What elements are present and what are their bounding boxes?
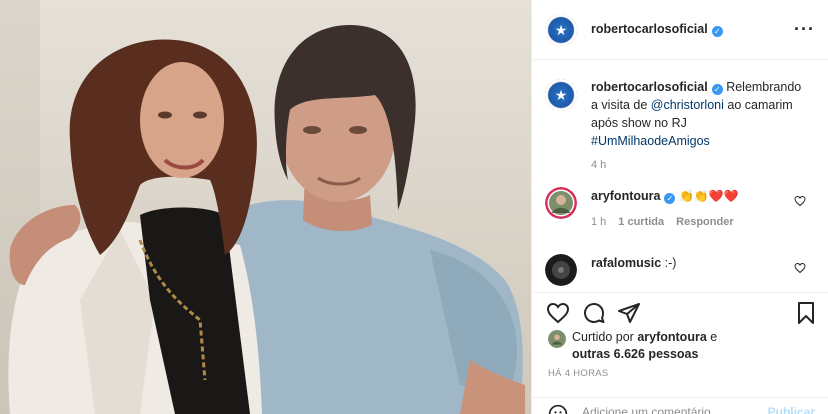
- likes-user[interactable]: aryfontoura: [637, 330, 706, 344]
- caption-avatar[interactable]: [545, 79, 577, 111]
- liker-avatar[interactable]: [548, 330, 566, 348]
- caption-username[interactable]: robertocarlosoficial: [591, 80, 708, 94]
- post-side-panel: robertocarlosoficial✓ ··· robertocarloso…: [531, 0, 828, 414]
- posted-timestamp[interactable]: HÁ 4 HORAS: [548, 368, 609, 379]
- avatar[interactable]: [545, 13, 577, 46]
- comment-username[interactable]: aryfontoura: [591, 189, 660, 203]
- photo-illustration: [0, 0, 525, 414]
- post-caption: robertocarlosoficial✓ Relembrando a visi…: [545, 78, 820, 174]
- likes-summary: Curtido por aryfontoura e outras 6.626 p…: [548, 329, 818, 363]
- comment-avatar[interactable]: [545, 254, 577, 286]
- comment-body: aryfontoura ✓ 👏👏❤️❤️ 1 h 1 curtida Responde…: [591, 187, 791, 231]
- post-header: robertocarlosoficial✓ ···: [532, 0, 828, 60]
- save-bookmark-icon[interactable]: [794, 301, 818, 325]
- likes-conj: e: [706, 330, 718, 344]
- comment-input[interactable]: Adicione um comentário...: [582, 405, 721, 414]
- likes-others[interactable]: outras 6.626 pessoas: [572, 347, 698, 361]
- emoji-icon[interactable]: [548, 404, 568, 414]
- comment-bubble-icon[interactable]: [582, 301, 606, 325]
- likes-prefix: Curtido por: [572, 330, 638, 344]
- comment-text: :-): [664, 256, 677, 270]
- post-actions: Curtido por aryfontoura e outras 6.626 p…: [532, 292, 828, 414]
- comment-item: aryfontoura ✓ 👏👏❤️❤️ 1 h 1 curtida Responde…: [545, 187, 820, 231]
- like-heart-icon[interactable]: [546, 301, 570, 325]
- likes-text: Curtido por aryfontoura e outras 6.626 p…: [572, 329, 717, 363]
- verified-icon: ✓: [711, 26, 723, 37]
- comment-meta: 1 h 1 curtida Responder: [591, 213, 791, 231]
- like-comment-heart-icon[interactable]: [794, 195, 806, 207]
- publish-button[interactable]: Publicar: [768, 405, 815, 414]
- comments-section: robertocarlosoficial✓ Relembrando a visi…: [532, 60, 828, 292]
- share-paper-plane-icon[interactable]: [617, 301, 641, 325]
- like-comment-heart-icon[interactable]: [794, 262, 806, 274]
- more-options-icon[interactable]: ···: [794, 20, 815, 38]
- post-photo[interactable]: [0, 0, 531, 414]
- comment-avatar[interactable]: [545, 187, 577, 219]
- caption-time[interactable]: 4 h: [591, 156, 806, 174]
- comment-likes[interactable]: 1 curtida: [618, 216, 664, 228]
- comment-username[interactable]: rafalomusic: [591, 256, 661, 270]
- reply-button[interactable]: Responder: [676, 216, 733, 228]
- caption-hashtag[interactable]: #UmMilhaodeAmigos: [591, 134, 710, 148]
- author-username-text[interactable]: robertocarlosoficial: [591, 22, 708, 36]
- caption-mention[interactable]: @christorloni: [651, 98, 724, 112]
- comment-time[interactable]: 1 h: [591, 216, 606, 228]
- author-username[interactable]: robertocarlosoficial ✓: [591, 22, 723, 37]
- comment-text: 👏👏❤️❤️: [678, 189, 739, 203]
- verified-icon: ✓: [711, 84, 723, 95]
- add-comment-bar: Adicione um comentário... Publicar: [532, 397, 828, 414]
- caption-body: robertocarlosoficial ✓ Relembrando a visi…: [591, 78, 806, 174]
- verified-icon: ✓: [664, 193, 676, 204]
- comment-item: rafalomusic :-): [545, 254, 820, 286]
- comment-body: rafalomusic :-): [591, 254, 791, 286]
